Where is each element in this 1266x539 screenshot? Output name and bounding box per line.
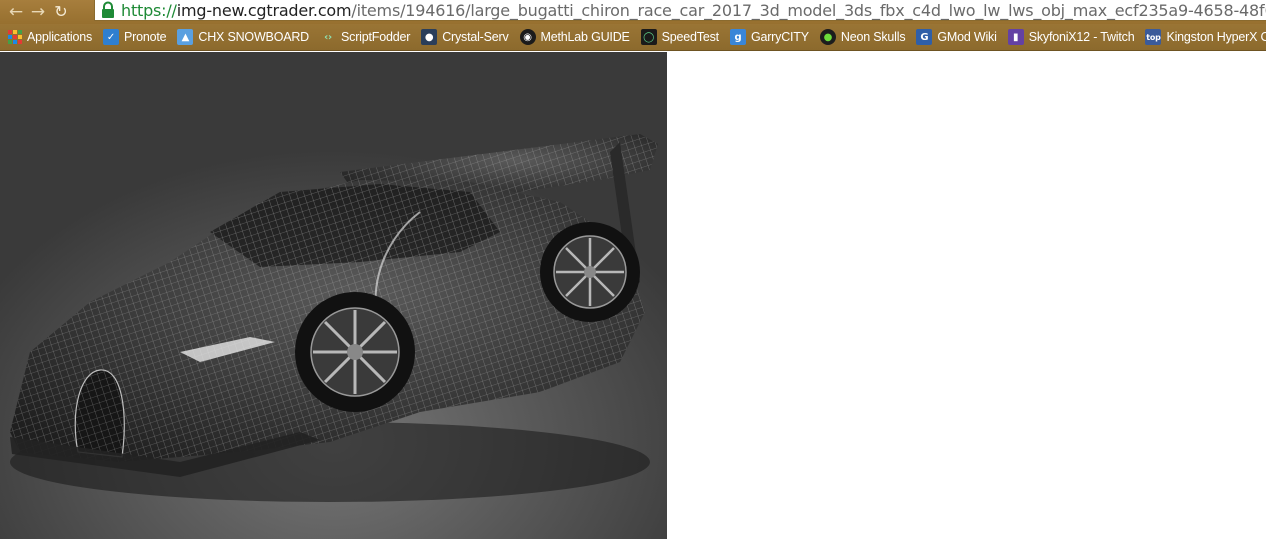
bookmark-label: MethLab GUIDE bbox=[540, 30, 630, 44]
bookmark-label: GMod Wiki bbox=[937, 30, 997, 44]
bookmark-label: Kingston HyperX Clou bbox=[1166, 30, 1266, 44]
speedtest-icon: ◯ bbox=[640, 29, 657, 45]
bookmark-neon-skulls[interactable]: ● Neon Skulls bbox=[818, 26, 912, 48]
bookmark-label: CHX SNOWBOARD bbox=[198, 30, 310, 44]
reload-button[interactable]: ↻ bbox=[50, 1, 72, 23]
apps-grid-icon bbox=[8, 30, 22, 44]
browser-toolbar: ← → ↻ https://img-new.cgtrader.com/items… bbox=[0, 0, 1266, 24]
forward-arrow-icon: → bbox=[30, 1, 46, 22]
reload-icon: ↻ bbox=[54, 2, 68, 21]
bookmark-label: Crystal-Serv bbox=[442, 30, 509, 44]
bookmark-label: SkyfoniX12 - Twitch bbox=[1028, 30, 1135, 44]
crystal-serv-icon: ● bbox=[421, 29, 438, 45]
url-scheme: https:// bbox=[121, 0, 177, 20]
lock-icon bbox=[102, 1, 114, 18]
bookmark-label: Pronote bbox=[124, 30, 167, 44]
scriptfodder-icon: ‹› bbox=[324, 31, 332, 43]
gmod-wiki-icon: G bbox=[916, 29, 933, 45]
bookmark-label: SpeedTest bbox=[661, 30, 719, 44]
bookmark-label: Neon Skulls bbox=[840, 30, 906, 44]
page-content bbox=[0, 52, 1266, 539]
bookmark-scriptfodder[interactable]: ‹› ScriptFodder bbox=[318, 26, 416, 48]
top-icon: top bbox=[1145, 29, 1162, 45]
bookmark-applications[interactable]: Applications bbox=[6, 26, 98, 48]
url-text: https://img-new.cgtrader.com/items/19461… bbox=[121, 1, 1266, 20]
back-button[interactable]: ← bbox=[5, 1, 27, 23]
bookmark-gmod-wiki[interactable]: G GMod Wiki bbox=[914, 26, 1002, 48]
neon-skulls-icon: ● bbox=[819, 29, 836, 45]
bookmark-pronote[interactable]: ✓ Pronote bbox=[101, 26, 172, 48]
bookmark-chx-snowboard[interactable]: ▲ CHX SNOWBOARD bbox=[175, 26, 315, 48]
front-wheel bbox=[295, 292, 415, 412]
chx-snowboard-icon: ▲ bbox=[177, 29, 194, 45]
bookmark-garrycity[interactable]: g GarryCITY bbox=[728, 26, 815, 48]
bookmarks-bar: Applications ✓ Pronote ▲ CHX SNOWBOARD ‹… bbox=[0, 24, 1266, 51]
garrycity-icon: g bbox=[729, 29, 746, 45]
back-arrow-icon: ← bbox=[8, 1, 24, 22]
bookmark-kingston-hyperx[interactable]: top Kingston HyperX Clou bbox=[1143, 26, 1266, 48]
bookmark-crystal-serv[interactable]: ● Crystal-Serv bbox=[419, 26, 514, 48]
bugatti-wireframe-render bbox=[0, 52, 667, 539]
url-host: img-new.cgtrader.com bbox=[176, 0, 352, 20]
url-path: /items/194616/large_bugatti_chiron_race_… bbox=[351, 0, 1266, 20]
pronote-icon: ✓ bbox=[103, 29, 120, 45]
bookmark-label: GarryCITY bbox=[750, 30, 809, 44]
forward-button[interactable]: → bbox=[27, 1, 49, 23]
address-bar[interactable]: https://img-new.cgtrader.com/items/19461… bbox=[94, 0, 1266, 21]
bookmark-speedtest[interactable]: ◯ SpeedTest bbox=[639, 26, 725, 48]
steam-icon: ◉ bbox=[519, 29, 536, 45]
bookmark-methlab-guide[interactable]: ◉ MethLab GUIDE bbox=[518, 26, 636, 48]
bookmark-label: Applications bbox=[27, 30, 93, 44]
rear-wheel bbox=[540, 222, 640, 322]
bookmark-label: ScriptFodder bbox=[341, 30, 411, 44]
car-image[interactable] bbox=[0, 52, 667, 539]
twitch-icon: ▮ bbox=[1007, 29, 1024, 45]
bookmark-skyfonix12-twitch[interactable]: ▮ SkyfoniX12 - Twitch bbox=[1006, 26, 1141, 48]
